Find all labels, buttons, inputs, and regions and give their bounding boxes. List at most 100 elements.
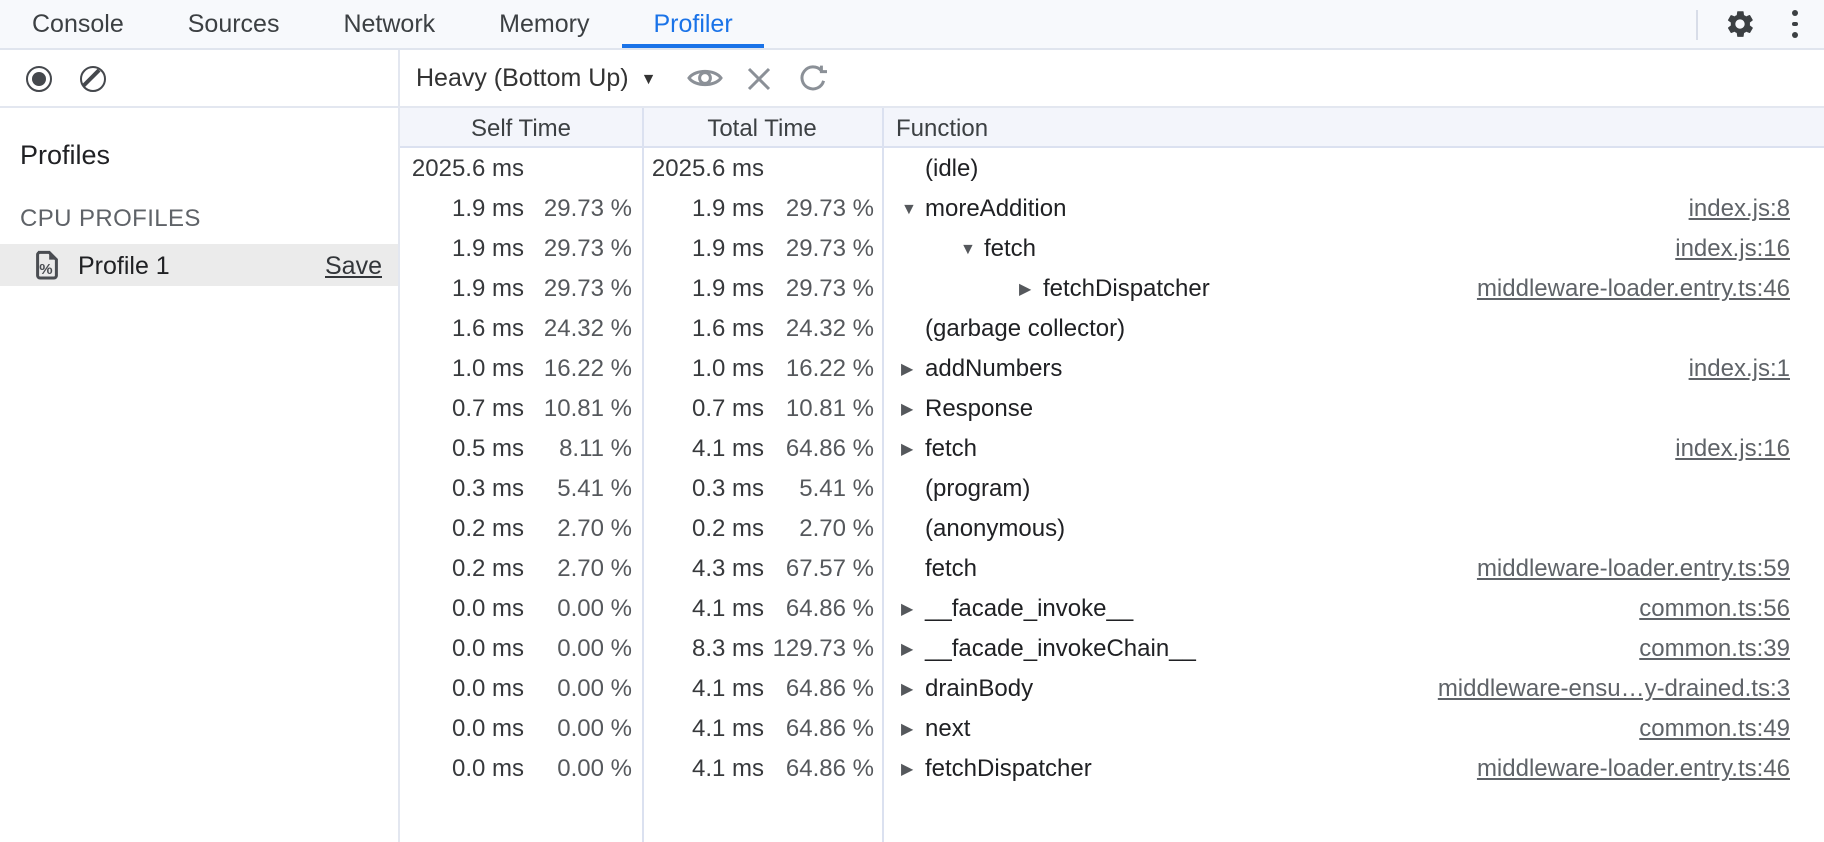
function-name: Response	[925, 394, 1033, 422]
column-header-total-time[interactable]: Total Time	[642, 108, 882, 146]
tab-console[interactable]: Console	[0, 0, 156, 48]
profile-list-item[interactable]: % Profile 1 Save	[0, 244, 398, 286]
column-header-self-time[interactable]: Self Time	[400, 108, 642, 146]
table-row[interactable]: 0.0 ms0.00 %4.1 ms64.86 %▶fetchDispatche…	[400, 748, 1824, 788]
total-time-cell: 4.1 ms64.86 %	[642, 428, 882, 468]
table-row[interactable]: 0.3 ms5.41 %0.3 ms5.41 %(program)	[400, 468, 1824, 508]
time-ms-value: 4.3 ms	[642, 554, 764, 582]
function-name: __facade_invokeChain__	[925, 634, 1196, 662]
time-percent-value: 24.32 %	[764, 314, 874, 342]
table-row[interactable]: 0.2 ms2.70 %4.3 ms67.57 %fetchmiddleware…	[400, 548, 1824, 588]
time-ms-value: 4.1 ms	[642, 754, 764, 782]
self-time-cell: 1.9 ms29.73 %	[400, 268, 642, 308]
expand-expander-icon[interactable]: ▶	[901, 679, 925, 697]
function-cell: ▶addNumbersindex.js:1	[882, 348, 1824, 388]
total-time-cell: 1.6 ms24.32 %	[642, 308, 882, 348]
table-row[interactable]: 0.0 ms0.00 %4.1 ms64.86 %▶nextcommon.ts:…	[400, 708, 1824, 748]
time-percent-value: 0.00 %	[524, 594, 632, 622]
time-percent-value: 0.00 %	[524, 674, 632, 702]
table-row[interactable]: 1.9 ms29.73 %1.9 ms29.73 %▼fetchindex.js…	[400, 228, 1824, 268]
tab-memory[interactable]: Memory	[467, 0, 621, 48]
table-row[interactable]: 2025.6 ms2025.6 ms(idle)	[400, 148, 1824, 188]
table-row[interactable]: 0.0 ms0.00 %8.3 ms129.73 %▶__facade_invo…	[400, 628, 1824, 668]
table-row[interactable]: 0.7 ms10.81 %0.7 ms10.81 %▶Response	[400, 388, 1824, 428]
time-ms-value: 0.0 ms	[400, 754, 524, 782]
exclude-function-close-icon[interactable]	[738, 58, 778, 98]
table-row[interactable]: 0.0 ms0.00 %4.1 ms64.86 %▶drainBodymiddl…	[400, 668, 1824, 708]
collapse-expander-icon[interactable]: ▼	[901, 199, 925, 217]
tab-profiler[interactable]: Profiler	[621, 0, 764, 48]
time-ms-value: 0.3 ms	[642, 474, 764, 502]
table-row[interactable]: 0.0 ms0.00 %4.1 ms64.86 %▶__facade_invok…	[400, 588, 1824, 628]
restore-functions-refresh-icon[interactable]	[792, 58, 832, 98]
table-row[interactable]: 1.0 ms16.22 %1.0 ms16.22 %▶addNumbersind…	[400, 348, 1824, 388]
function-name: drainBody	[925, 674, 1033, 702]
function-cell: ▶next common.ts:49	[882, 708, 1824, 748]
source-location-link[interactable]: index.js:16	[1675, 234, 1790, 262]
source-location-link[interactable]: middleware-loader.entry.ts:59	[1477, 554, 1790, 582]
column-divider[interactable]	[882, 108, 884, 842]
source-location-link[interactable]: index.js:1	[1689, 354, 1790, 382]
view-mode-dropdown[interactable]: Heavy (Bottom Up) ▼	[416, 64, 656, 92]
column-divider[interactable]	[642, 108, 644, 842]
time-ms-value: 2025.6 ms	[400, 154, 524, 182]
self-time-cell: 1.6 ms24.32 %	[400, 308, 642, 348]
time-percent-value: 29.73 %	[524, 194, 632, 222]
clear-profiles-icon[interactable]	[72, 58, 112, 98]
source-location-link[interactable]: middleware-ensu…y-drained.ts:3	[1438, 674, 1790, 702]
time-ms-value: 0.2 ms	[400, 514, 524, 542]
focus-selected-eye-icon[interactable]	[684, 58, 724, 98]
source-location-link[interactable]: middleware-loader.entry.ts:46	[1477, 274, 1790, 302]
table-row[interactable]: 0.2 ms2.70 %0.2 ms2.70 %(anonymous)	[400, 508, 1824, 548]
self-time-cell: 0.0 ms0.00 %	[400, 708, 642, 748]
expand-expander-icon[interactable]: ▶	[901, 719, 925, 737]
devtools-tab-bar: Console Sources Network Memory Profiler	[0, 0, 1824, 50]
expand-expander-icon[interactable]: ▶	[901, 759, 925, 777]
column-header-function[interactable]: Function	[882, 108, 1824, 146]
profiler-content: Profiles CPU PROFILES % Profile 1 Save S…	[0, 108, 1824, 842]
time-ms-value: 1.9 ms	[400, 194, 524, 222]
expand-expander-icon[interactable]: ▶	[901, 359, 925, 377]
time-ms-value: 4.1 ms	[642, 594, 764, 622]
time-percent-value: 16.22 %	[764, 354, 874, 382]
table-row[interactable]: 1.9 ms29.73 %1.9 ms29.73 %▼moreAdditioni…	[400, 188, 1824, 228]
source-location-link[interactable]: common.ts:56	[1639, 594, 1790, 622]
function-name: next	[925, 714, 970, 742]
self-time-cell: 0.2 ms2.70 %	[400, 508, 642, 548]
time-ms-value: 0.0 ms	[400, 594, 524, 622]
function-cell: ▼moreAdditionindex.js:8	[882, 188, 1824, 228]
settings-gear-icon[interactable]	[1724, 8, 1756, 40]
tab-network[interactable]: Network	[311, 0, 467, 48]
source-location-link[interactable]: index.js:8	[1689, 194, 1790, 222]
source-location-link[interactable]: common.ts:39	[1639, 634, 1790, 662]
total-time-cell: 4.1 ms64.86 %	[642, 748, 882, 788]
function-cell: (garbage collector)	[882, 308, 1824, 348]
function-name: (program)	[925, 474, 1030, 502]
table-row[interactable]: 1.6 ms24.32 %1.6 ms24.32 %(garbage colle…	[400, 308, 1824, 348]
grid-body: 2025.6 ms2025.6 ms(idle)1.9 ms29.73 %1.9…	[400, 148, 1824, 842]
function-cell: ▶drainBody middleware-ensu…y-drained.ts:3	[882, 668, 1824, 708]
collapse-expander-icon[interactable]: ▼	[960, 239, 984, 257]
function-name: fetchDispatcher	[1043, 274, 1210, 302]
tab-sources[interactable]: Sources	[156, 0, 312, 48]
time-percent-value: 29.73 %	[764, 274, 874, 302]
time-percent-value: 0.00 %	[524, 634, 632, 662]
table-row[interactable]: 1.9 ms29.73 %1.9 ms29.73 % ▶fetchDispatch…	[400, 268, 1824, 308]
self-time-cell: 2025.6 ms	[400, 148, 642, 188]
total-time-cell: 1.9 ms29.73 %	[642, 268, 882, 308]
expand-expander-icon[interactable]: ▶	[901, 439, 925, 457]
record-profile-icon[interactable]	[18, 58, 58, 98]
expand-expander-icon[interactable]: ▶	[901, 399, 925, 417]
time-percent-value: 0.00 %	[524, 754, 632, 782]
source-location-link[interactable]: middleware-loader.entry.ts:46	[1477, 754, 1790, 782]
expand-expander-icon[interactable]: ▶	[901, 599, 925, 617]
save-profile-link[interactable]: Save	[325, 251, 382, 279]
table-row[interactable]: 0.5 ms8.11 %4.1 ms64.86 %▶fetchindex.js:…	[400, 428, 1824, 468]
source-location-link[interactable]: common.ts:49	[1639, 714, 1790, 742]
expand-expander-icon[interactable]: ▶	[1019, 279, 1043, 297]
expand-expander-icon[interactable]: ▶	[901, 639, 925, 657]
time-percent-value: 64.86 %	[764, 434, 874, 462]
time-ms-value: 4.1 ms	[642, 434, 764, 462]
more-options-kebab-icon[interactable]	[1782, 8, 1806, 40]
source-location-link[interactable]: index.js:16	[1675, 434, 1790, 462]
